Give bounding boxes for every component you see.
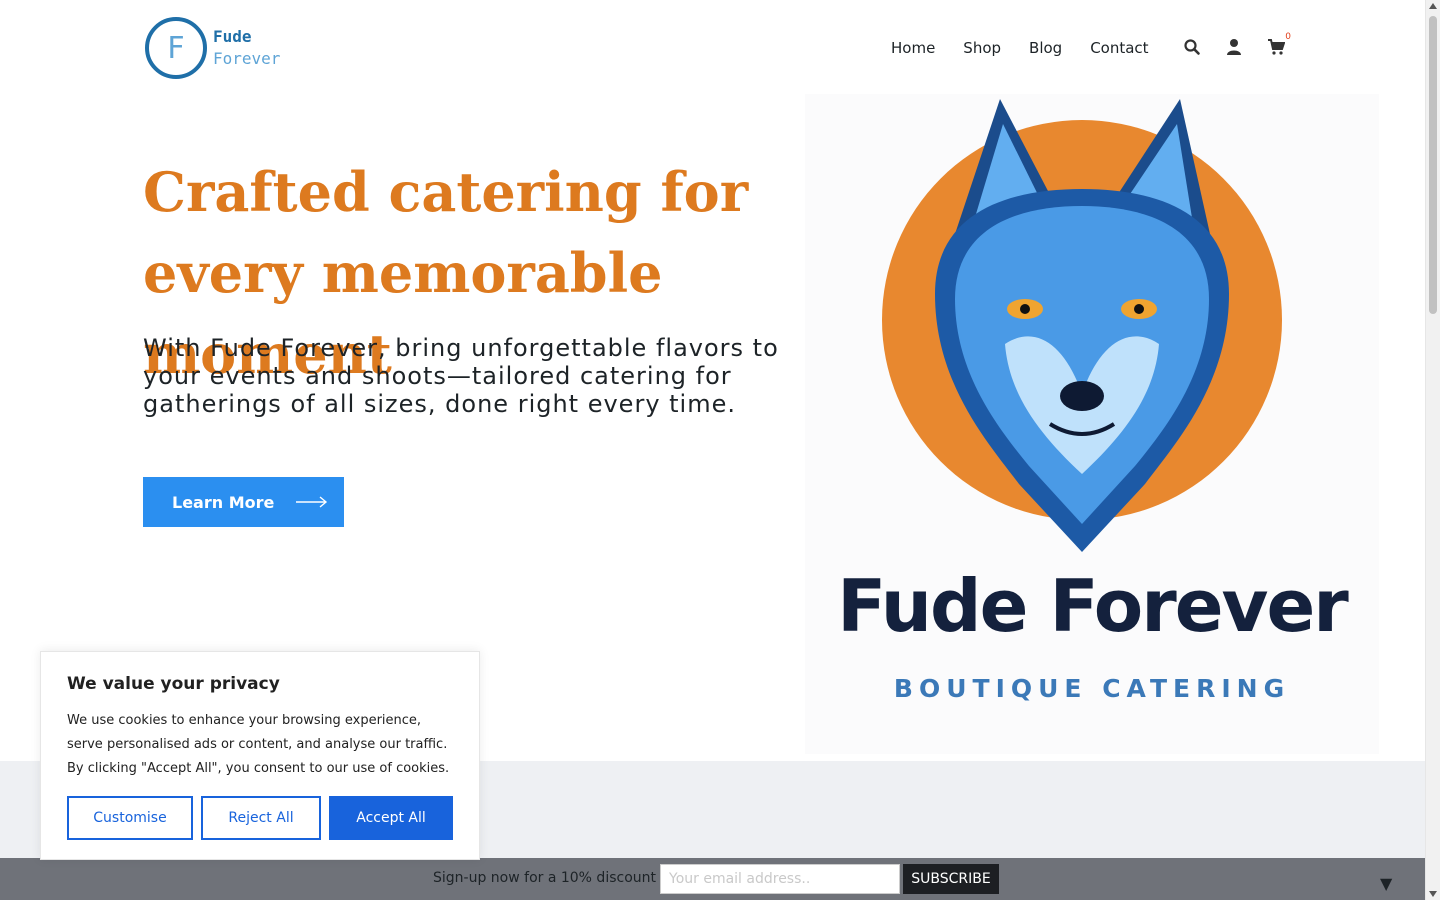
logo-wordmark: Fude Forever bbox=[213, 26, 280, 70]
account-icon[interactable] bbox=[1225, 38, 1243, 56]
site-header: F Fude Forever Home Shop Blog Contact 0 bbox=[0, 0, 1425, 96]
cart-icon[interactable]: 0 bbox=[1267, 32, 1291, 56]
hero-brand-image: Fude Forever BOUTIQUE CATERING bbox=[805, 94, 1379, 754]
signup-text: Sign-up now for a 10% discount bbox=[433, 870, 657, 886]
accept-all-button[interactable]: Accept All bbox=[329, 796, 453, 840]
image-brand-tagline: BOUTIQUE CATERING bbox=[893, 674, 1291, 703]
customise-button[interactable]: Customise bbox=[67, 796, 193, 840]
cookie-title: We value your privacy bbox=[67, 674, 280, 694]
subscribe-button[interactable]: SUBSCRIBE bbox=[903, 864, 999, 894]
nav-shop[interactable]: Shop bbox=[963, 39, 1001, 57]
main-nav: Home Shop Blog Contact bbox=[891, 36, 1149, 60]
cookie-consent-banner: We value your privacy We use cookies to … bbox=[40, 651, 480, 860]
reject-all-button[interactable]: Reject All bbox=[201, 796, 321, 840]
signup-bar: Sign-up now for a 10% discount SUBSCRIBE… bbox=[0, 858, 1425, 900]
site-logo[interactable]: F Fude Forever bbox=[145, 17, 295, 79]
signup-collapse-toggle[interactable]: ▼ bbox=[1380, 874, 1392, 893]
nav-blog[interactable]: Blog bbox=[1029, 39, 1062, 57]
scroll-thumb[interactable] bbox=[1429, 16, 1437, 314]
page-scrollbar[interactable] bbox=[1425, 0, 1440, 900]
learn-more-label: Learn More bbox=[172, 492, 275, 512]
signup-email-input[interactable] bbox=[660, 864, 900, 894]
scroll-up-icon[interactable] bbox=[1429, 3, 1437, 9]
search-icon[interactable] bbox=[1183, 38, 1201, 56]
hero-subtitle: With Fude Forever, bring unforgettable f… bbox=[143, 334, 779, 418]
logo-line-2: Forever bbox=[213, 49, 281, 68]
image-brand-name: Fude Forever bbox=[837, 564, 1349, 648]
wolf-logo-illustration bbox=[882, 99, 1282, 552]
cookie-text: We use cookies to enhance your browsing … bbox=[67, 713, 450, 776]
arrow-right-icon bbox=[296, 496, 328, 508]
header-icons: 0 bbox=[1183, 32, 1291, 56]
cart-count-badge: 0 bbox=[1285, 32, 1291, 42]
scroll-down-icon[interactable] bbox=[1429, 891, 1437, 897]
logo-mark: F bbox=[145, 17, 207, 79]
nav-home[interactable]: Home bbox=[891, 39, 935, 57]
nav-contact[interactable]: Contact bbox=[1090, 39, 1148, 57]
logo-line-1: Fude bbox=[213, 27, 252, 46]
learn-more-button[interactable]: Learn More bbox=[143, 477, 344, 527]
